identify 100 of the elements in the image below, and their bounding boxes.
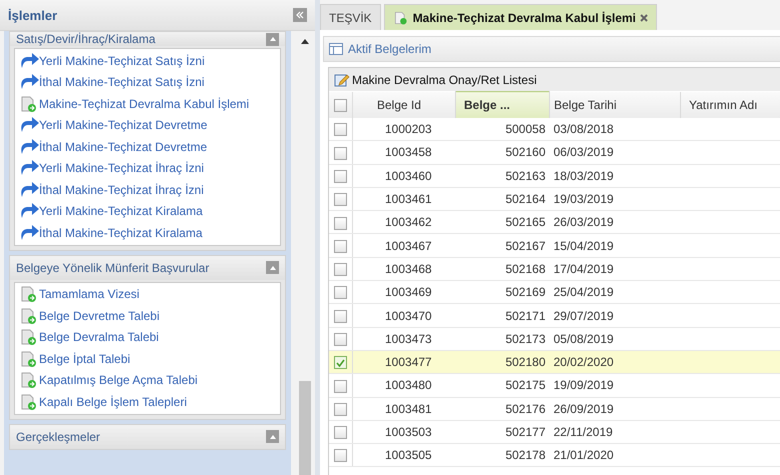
table-cell: 500058: [456, 118, 550, 141]
table-cell: 502160: [456, 140, 550, 164]
checkbox[interactable]: [334, 310, 347, 323]
tab[interactable]: Makine-Teçhizat Devralma Kabul İşlemi: [384, 4, 657, 30]
toggle-button[interactable]: [266, 32, 280, 46]
sidebar-title: İşlemler: [8, 8, 58, 22]
triangle-icon: [270, 37, 276, 41]
table-cell: 18/03/2019: [550, 164, 680, 188]
document-icon: [19, 372, 39, 388]
section-title[interactable]: Gerçekleşmeler: [16, 430, 100, 444]
menu-item[interactable]: Yerli Makine-Teçhizat Devretme: [39, 118, 208, 132]
table-cell: 502167: [456, 234, 550, 258]
checkbox[interactable]: [334, 146, 347, 160]
menu-item[interactable]: Kapalı Belge İşlem Talepleri: [39, 394, 187, 409]
checkbox[interactable]: [334, 123, 347, 136]
collapse-button[interactable]: [293, 8, 307, 22]
table-cell: 19/03/2019: [550, 187, 680, 211]
table-cell: 25/04/2019: [550, 280, 680, 304]
table-cell: 502177: [456, 420, 550, 444]
table-cell: 502180: [456, 350, 550, 374]
curved-arrow-icon: [19, 52, 39, 69]
column-header[interactable]: Belge Tarihi: [550, 92, 680, 118]
table-cell: 1003470: [352, 304, 456, 328]
menu-item[interactable]: Yerli Makine-Teçhizat İhraç İzni: [39, 161, 204, 176]
menu-item[interactable]: İthal Makine-Teçhizat İhraç İzni: [39, 182, 204, 197]
column-header[interactable]: Belge ...: [456, 92, 550, 118]
toggle-button[interactable]: [266, 261, 280, 274]
checkbox[interactable]: [334, 332, 347, 346]
table-cell: 15/04/2019: [550, 234, 680, 258]
table-cell: 1003469: [352, 280, 456, 304]
curved-arrow-icon: [19, 138, 39, 155]
checkbox[interactable]: [334, 356, 347, 370]
document-icon: [19, 286, 39, 302]
curved-arrow-icon: [19, 224, 39, 241]
checkbox[interactable]: [334, 170, 347, 183]
table-cell: 502175: [456, 374, 550, 398]
table-cell: 502171: [456, 304, 550, 328]
table-cell: 502163: [456, 164, 550, 188]
panel-title: Aktif Belgelerim: [348, 42, 432, 56]
menu-item[interactable]: İthal Makine-Teçhizat Satış İzni: [39, 75, 204, 90]
table-cell: 06/03/2019: [550, 140, 680, 164]
document-icon: [19, 96, 39, 112]
menu-item[interactable]: İthal Makine-Teçhizat Devretme: [39, 140, 208, 154]
table-cell: 502169: [456, 280, 550, 304]
toggle-button[interactable]: [266, 430, 280, 443]
table-cell: 1003460: [352, 164, 456, 188]
column-header[interactable]: [329, 92, 352, 118]
checkbox[interactable]: [334, 263, 347, 276]
table-cell: 1000203: [352, 118, 456, 141]
table-cell: 1003477: [352, 350, 456, 374]
table-cell: 502164: [456, 187, 550, 211]
checkbox[interactable]: [334, 449, 347, 462]
checkbox[interactable]: [334, 240, 347, 253]
table-cell: 17/04/2019: [550, 257, 680, 281]
curved-arrow-icon: [19, 203, 39, 220]
table-cell: 1003505: [352, 444, 456, 467]
tab-label[interactable]: Makine-Teçhizat Devralma Kabul İşlemi: [412, 10, 636, 24]
curved-arrow-icon: [19, 182, 39, 198]
checkbox[interactable]: [334, 286, 347, 300]
checkbox[interactable]: [334, 380, 347, 393]
checkbox[interactable]: [334, 216, 347, 230]
menu-item[interactable]: Makine-Teçhizat Devralma Kabul İşlemi: [39, 96, 250, 111]
menu-item[interactable]: Belge Devretme Talebi: [39, 308, 160, 323]
menu-item[interactable]: Kapatılmış Belge Açma Talebi: [39, 373, 198, 388]
curved-arrow-icon: [19, 117, 39, 134]
table-cell: 1003503: [352, 420, 456, 444]
table-cell: 502165: [456, 210, 550, 234]
column-header[interactable]: Belge Id: [352, 92, 456, 118]
tab-label[interactable]: TEŞVİK: [329, 10, 372, 24]
table-cell: 1003480: [352, 374, 456, 398]
checkbox[interactable]: [334, 193, 347, 206]
document-icon: [19, 350, 39, 367]
table-cell: 1003458: [352, 140, 456, 164]
menu-item[interactable]: Tamamlama Vizesi: [39, 287, 140, 302]
menu-item[interactable]: Belge Devralma Talebi: [39, 330, 159, 344]
menu-item[interactable]: Belge İptal Talebi: [39, 352, 130, 366]
document-icon: [19, 394, 39, 410]
table-icon: [329, 43, 343, 55]
table-cell: 22/11/2019: [550, 420, 680, 444]
table-cell: 1003473: [352, 327, 456, 350]
tab[interactable]: TEŞVİK: [320, 4, 381, 30]
checkbox[interactable]: [334, 402, 347, 416]
table-cell: 1003462: [352, 210, 456, 234]
table-cell: 1003461: [352, 187, 456, 211]
column-header[interactable]: Yatırımın Adı: [680, 92, 780, 118]
grid-title: Makine Devralma Onay/Ret Listesi: [352, 72, 537, 86]
table-cell: 1003481: [352, 397, 456, 420]
double-chevron-icon: [296, 11, 304, 19]
menu-item[interactable]: İthal Makine-Teçhizat Kiralama: [39, 226, 202, 240]
table-cell: 502178: [456, 444, 550, 467]
table-cell: 502176: [456, 397, 550, 420]
table-cell: 502173: [456, 327, 550, 350]
close-icon[interactable]: [640, 14, 648, 22]
checkbox[interactable]: [334, 98, 347, 112]
menu-item[interactable]: Yerli Makine-Teçhizat Kiralama: [39, 204, 203, 218]
checkbox[interactable]: [334, 426, 347, 440]
document-icon: [392, 10, 409, 26]
scroll-up-icon[interactable]: [301, 39, 310, 44]
scrollbar-thumb[interactable]: [299, 381, 311, 475]
menu-item[interactable]: Yerli Makine-Teçhizat Satış İzni: [39, 54, 205, 68]
